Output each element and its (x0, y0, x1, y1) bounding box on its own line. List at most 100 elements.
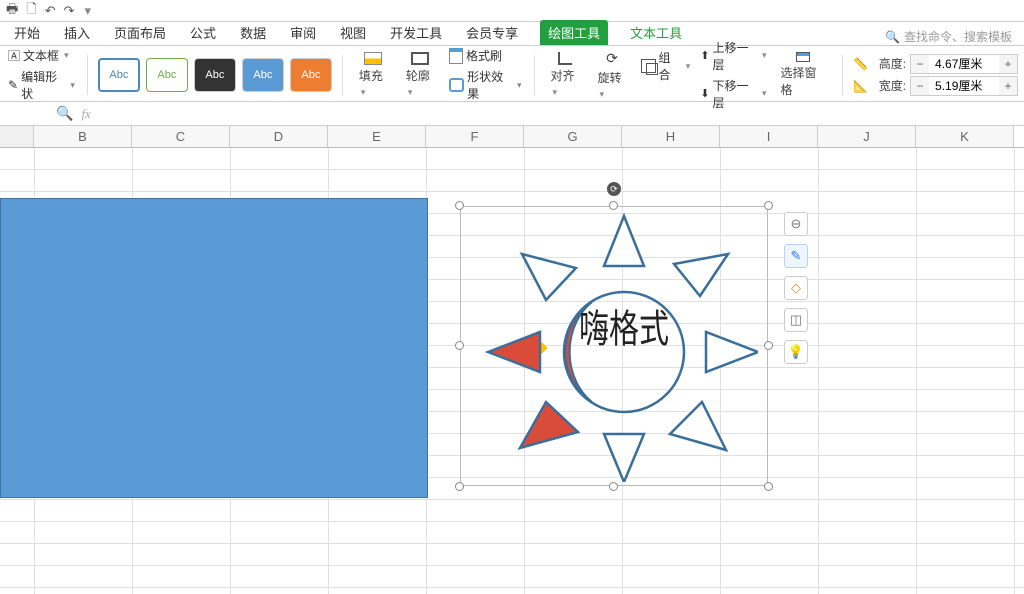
width-label: 宽度: (872, 77, 906, 94)
menu-tab-bar: 开始 插入 页面布局 公式 数据 审阅 视图 开发工具 会员专享 绘图工具 文本… (0, 22, 1024, 46)
resize-handle[interactable] (764, 201, 773, 210)
bring-forward-button[interactable]: ⬆ 上移一层▾ (698, 38, 768, 74)
tab-view[interactable]: 视图 (338, 20, 368, 45)
selected-sun-shape[interactable]: ⟳ 嗨格式 (460, 206, 768, 486)
tab-devtools[interactable]: 开发工具 (388, 20, 444, 45)
idea-float-icon[interactable]: 💡 (784, 340, 808, 364)
formula-bar: 🔍 fx (0, 102, 1024, 126)
redo-icon[interactable]: ↷ (64, 3, 75, 19)
edit-shape-button[interactable]: ✎ 编辑形状 ▾ (6, 67, 77, 103)
command-search[interactable]: 🔍 查找命令、搜索模板 (885, 28, 1012, 45)
tab-insert[interactable]: 插入 (62, 20, 92, 45)
ruler-icon: 📐 (853, 79, 868, 93)
col-header[interactable]: H (622, 126, 720, 147)
send-backward-label: 下移一层 (713, 77, 757, 111)
align-icon (558, 52, 572, 65)
fx-label[interactable]: fx (81, 106, 90, 122)
col-header[interactable]: B (34, 126, 132, 147)
fill-label: 填充 (359, 69, 383, 83)
edit-shape-label: 编辑形状 (21, 68, 65, 102)
shape-effects-label: 形状效果 (467, 68, 512, 102)
resize-handle[interactable] (455, 341, 464, 350)
height-input[interactable] (929, 55, 999, 73)
shape-3d-float-icon[interactable]: ◫ (784, 308, 808, 332)
tab-member[interactable]: 会员专享 (464, 20, 520, 45)
select-all-corner[interactable] (0, 126, 34, 147)
eyedropper-icon[interactable]: ✎ (784, 244, 808, 268)
format-painter-icon (449, 48, 463, 64)
separator (87, 55, 88, 95)
textbox-button[interactable]: 🄰 文本框 ▾ (6, 46, 77, 65)
height-increment[interactable]: + (999, 55, 1017, 73)
height-label: 高度: (872, 55, 906, 72)
tab-home[interactable]: 开始 (12, 20, 42, 45)
chevron-down-icon: ▾ (517, 80, 522, 91)
ruler-icon: 📏 (853, 57, 868, 71)
collapse-float-icon[interactable]: ⊖ (784, 212, 808, 236)
col-header[interactable]: I (720, 126, 818, 147)
outline-icon (411, 52, 429, 65)
shape-style-3[interactable]: Abc (194, 58, 236, 92)
preview-icon[interactable]: 🗋 (26, 0, 36, 22)
send-backward-icon: ⬇ (700, 87, 709, 100)
tab-data[interactable]: 数据 (238, 20, 268, 45)
separator (342, 55, 343, 95)
shape-style-5[interactable]: Abc (290, 58, 332, 92)
align-button[interactable]: 对齐▾ (544, 52, 585, 98)
print-icon[interactable]: 🖶 (6, 0, 18, 22)
tab-layout[interactable]: 页面布局 (112, 20, 168, 45)
col-header[interactable]: K (916, 126, 1014, 147)
width-input[interactable] (929, 77, 999, 95)
shape-effects-button[interactable]: 形状效果 ▾ (447, 67, 524, 103)
col-header[interactable]: D (230, 126, 328, 147)
qat-dropdown-icon[interactable]: ▾ (85, 3, 92, 19)
shape-outline-float-icon[interactable]: ◇ (784, 276, 808, 300)
width-spinner[interactable]: − + (910, 76, 1018, 96)
spreadsheet-grid[interactable]: ⟳ 嗨格式 ⊖ ✎ ◇ ◫ (0, 148, 1024, 594)
resize-handle[interactable] (609, 482, 618, 491)
tab-formula[interactable]: 公式 (188, 20, 218, 45)
col-header[interactable]: E (328, 126, 426, 147)
textbox-label: 文本框 (23, 47, 59, 64)
resize-handle[interactable] (455, 201, 464, 210)
col-header[interactable]: G (524, 126, 622, 147)
resize-handle[interactable] (764, 341, 773, 350)
resize-handle[interactable] (764, 482, 773, 491)
group-button[interactable]: 组合▾ (639, 48, 693, 84)
bring-forward-icon: ⬆ (700, 49, 709, 62)
shape-style-1[interactable]: Abc (98, 58, 140, 92)
col-header[interactable]: C (132, 126, 230, 147)
selection-pane-label: 选择窗格 (780, 64, 826, 98)
width-row: 📐 宽度: − + (853, 76, 1018, 96)
rotate-button[interactable]: ⟳ 旋转▾ (592, 52, 633, 98)
outline-button[interactable]: 轮廓▾ (400, 52, 441, 98)
tab-review[interactable]: 审阅 (288, 20, 318, 45)
undo-icon[interactable]: ↶ (45, 3, 56, 19)
width-increment[interactable]: + (999, 77, 1017, 95)
blue-rectangle-shape[interactable] (0, 198, 428, 498)
resize-handle[interactable] (609, 201, 618, 210)
selection-pane-button[interactable]: 选择窗格 (774, 52, 832, 98)
fill-button[interactable]: 填充▾ (353, 52, 394, 98)
width-decrement[interactable]: − (911, 77, 929, 95)
rotate-handle[interactable]: ⟳ (607, 182, 621, 196)
bring-forward-label: 上移一层 (713, 39, 757, 73)
col-header[interactable]: J (818, 126, 916, 147)
tab-drawing-tools[interactable]: 绘图工具 (540, 20, 608, 45)
height-spinner[interactable]: − + (910, 54, 1018, 74)
ribbon: 🄰 文本框 ▾ ✎ 编辑形状 ▾ Abc Abc Abc Abc Abc 填充▾… (0, 46, 1024, 102)
fill-icon (364, 52, 382, 65)
align-label: 对齐 (550, 69, 574, 83)
height-decrement[interactable]: − (911, 55, 929, 73)
col-header[interactable]: F (426, 126, 524, 147)
format-painter-button[interactable]: 格式刷 (447, 46, 524, 65)
shape-style-4[interactable]: Abc (242, 58, 284, 92)
shape-style-gallery: Abc Abc Abc Abc Abc (98, 58, 332, 92)
tab-text-tools[interactable]: 文本工具 (628, 20, 684, 45)
group-icon (641, 59, 656, 73)
shape-style-2[interactable]: Abc (146, 58, 188, 92)
chevron-down-icon: ▾ (64, 50, 69, 61)
send-backward-button[interactable]: ⬇ 下移一层▾ (698, 76, 768, 112)
zoom-icon[interactable]: 🔍 (56, 105, 73, 122)
resize-handle[interactable] (455, 482, 464, 491)
